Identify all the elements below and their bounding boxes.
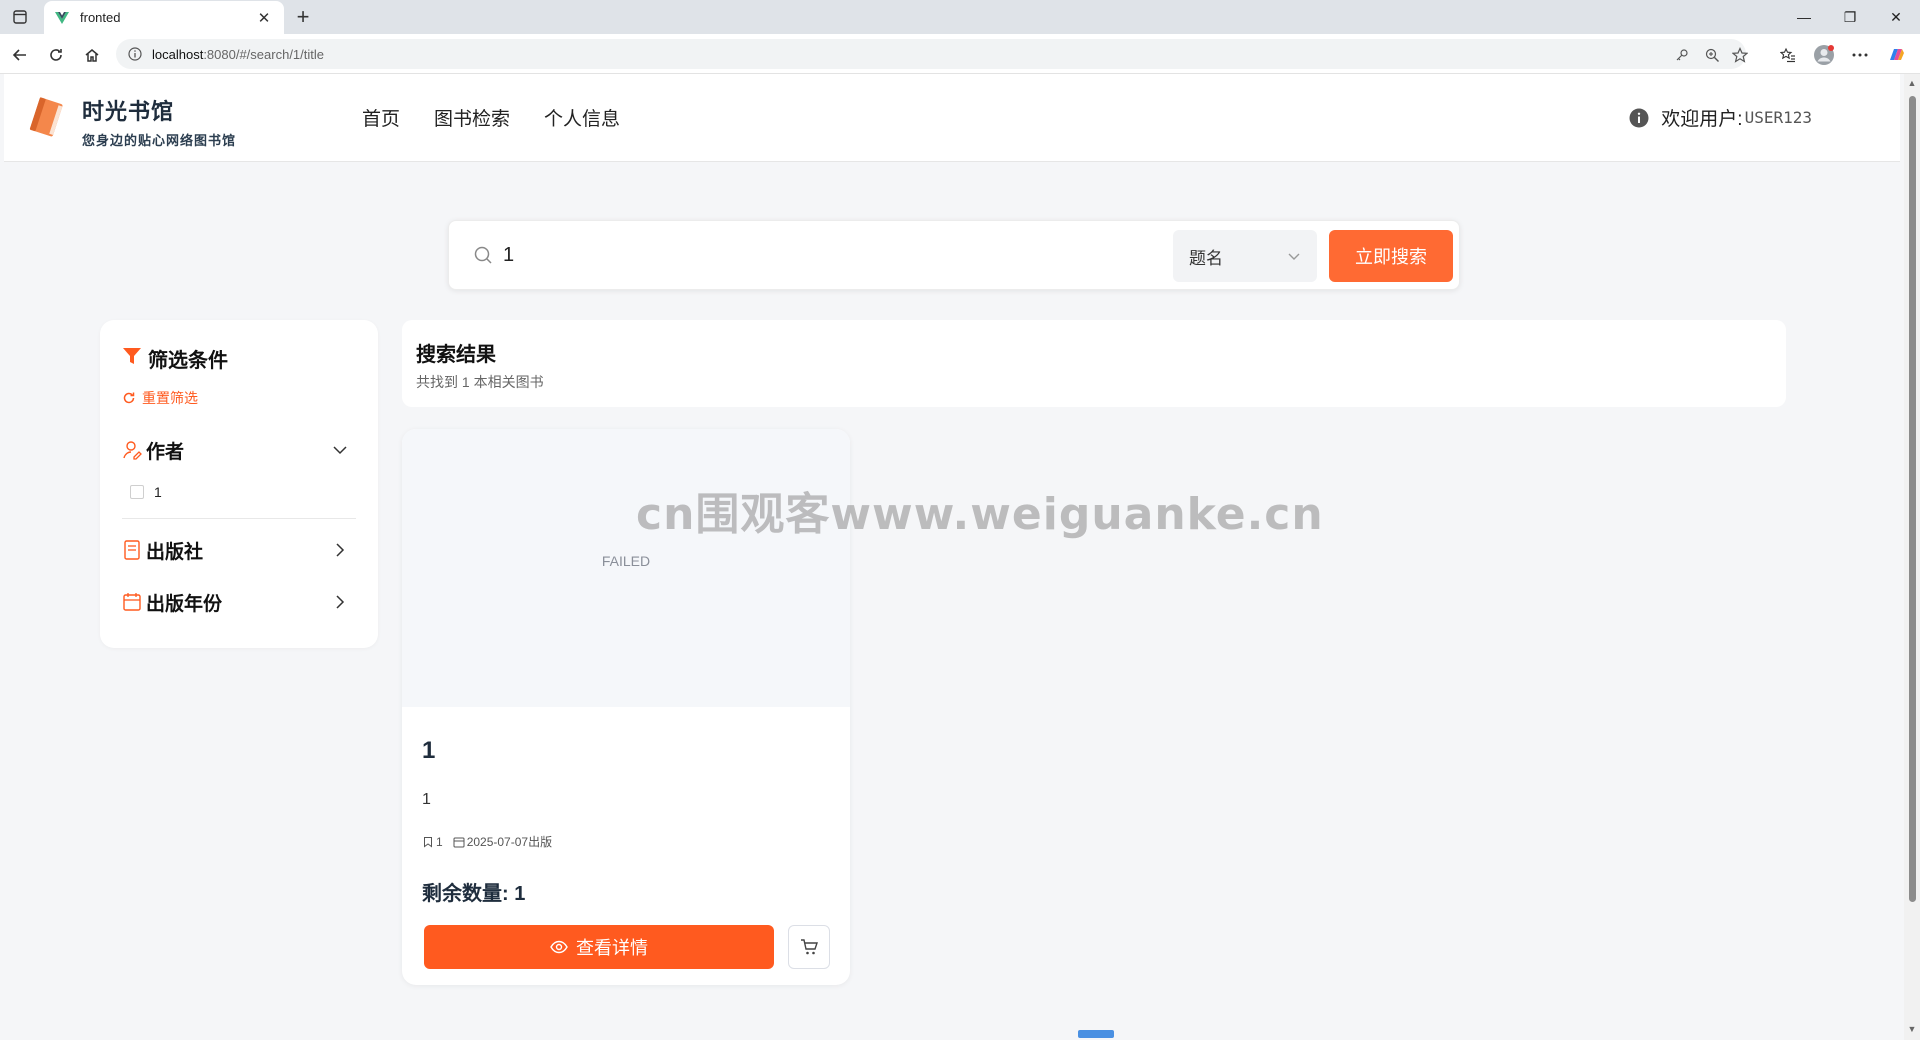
url-path: :8080/#/search/1/title [203,46,325,62]
more-menu-icon[interactable] [1846,41,1874,69]
password-key-icon[interactable] [1672,45,1692,65]
vue-logo-icon [55,11,69,24]
profile-avatar-icon[interactable] [1810,41,1838,69]
nav-book-search[interactable]: 图书检索 [434,104,510,131]
filter-group-author-label: 作者 [146,441,185,463]
cover-error-text: FAILED [601,553,651,569]
favorite-star-icon[interactable] [1730,45,1750,65]
restore-icon[interactable]: ❐ [1828,0,1872,34]
nav-profile[interactable]: 个人信息 [544,104,620,131]
chevron-down-icon [333,446,347,455]
filter-group-publisher-label: 出版社 [146,541,204,563]
filter-option-label: 1 [154,484,162,500]
eye-icon [550,940,568,954]
book-logo-icon[interactable] [24,94,68,142]
brand-subtitle: 您身边的贴心网络图书馆 [82,133,237,148]
view-details-label: 查看详情 [576,938,648,958]
view-details-button[interactable]: 查看详情 [424,925,774,969]
scrollbar-thumb[interactable] [1909,96,1916,902]
filter-title: 筛选条件 [148,350,228,372]
site-header: 时光书馆 您身边的贴心网络图书馆 首页 图书检索 个人信息 欢迎用户: USER… [4,74,1900,162]
calendar-icon [453,837,465,847]
refresh-icon [123,392,135,404]
book-tag: 1 [436,834,443,849]
checkbox[interactable] [130,485,144,499]
filter-icon [123,348,141,364]
search-bar: 题名 立即搜索 [448,220,1460,290]
main-nav: 首页 图书检索 个人信息 [362,104,620,131]
book-stock: 剩余数量: 1 [422,883,526,905]
back-icon[interactable] [6,41,34,69]
tab-title: fronted [80,10,121,25]
address-bar[interactable]: localhost:8080/#/search/1/title [116,39,1748,69]
filter-group-year[interactable]: 出版年份 [122,586,356,618]
site-info-icon[interactable] [128,47,142,61]
chevron-down-icon [1288,253,1300,260]
filter-group-author[interactable]: 作者 [122,434,356,466]
book-card[interactable]: FAILED 1 1 1 2025-07-07出版 剩余数量: 1 查看详情 [402,429,850,985]
search-field-select[interactable]: 题名 [1173,230,1317,282]
page-viewport: 时光书馆 您身边的贴心网络图书馆 首页 图书检索 个人信息 欢迎用户: USER… [4,74,1900,1040]
tab-close-icon[interactable]: ✕ [254,9,274,27]
results-title: 搜索结果 [416,344,496,366]
zoom-icon[interactable] [1702,45,1722,65]
bookmark-icon [424,836,432,847]
url-host: localhost [152,46,204,62]
filter-group-publisher[interactable]: 出版社 [122,534,356,566]
browser-tab-active[interactable]: fronted ✕ [44,1,284,34]
search-input[interactable] [503,235,1103,275]
filter-option-author[interactable]: 1 [130,484,162,500]
reset-filter-label: 重置筛选 [142,390,198,406]
favorites-icon[interactable] [1774,41,1802,69]
username: USER123 [1744,108,1812,127]
scroll-up-icon[interactable]: ▲ [1907,78,1917,88]
copilot-icon[interactable] [1882,41,1910,69]
browser-toolbar: localhost:8080/#/search/1/title [0,34,1920,74]
search-icon [474,246,492,264]
book-author: 1 [422,791,431,808]
scroll-indicator [1078,1030,1114,1038]
search-button[interactable]: 立即搜索 [1329,230,1453,282]
user-welcome[interactable]: 欢迎用户: USER123 [1629,104,1812,131]
book-meta: 1 2025-07-07出版 [422,833,552,850]
cart-icon [801,939,818,955]
home-icon[interactable] [78,41,106,69]
results-count: 共找到 1 本相关图书 [416,374,544,390]
close-window-icon[interactable]: ✕ [1874,0,1918,34]
book-title[interactable]: 1 [422,737,435,765]
filter-group-year-label: 出版年份 [146,593,223,615]
reset-filter-button[interactable]: 重置筛选 [122,388,198,408]
reload-icon[interactable] [42,41,70,69]
author-icon [123,441,142,460]
search-field-value: 题名 [1189,248,1223,268]
scroll-down-icon[interactable]: ▼ [1907,1024,1917,1034]
book-publish-date: 2025-07-07出版 [466,835,553,849]
publisher-icon [124,540,140,560]
nav-home[interactable]: 首页 [362,104,400,131]
new-tab-icon[interactable]: + [290,4,316,30]
tab-actions-icon[interactable] [8,5,32,29]
brand-title[interactable]: 时光书馆 [82,94,174,126]
welcome-label: 欢迎用户: [1661,109,1743,130]
calendar-icon [123,593,141,611]
page-scrollbar[interactable]: ▲ ▼ [1904,74,1920,1040]
minimize-icon[interactable]: — [1782,0,1826,34]
chevron-right-icon [336,543,345,557]
info-icon [1629,108,1649,127]
book-cover[interactable]: FAILED [402,429,850,707]
add-to-cart-button[interactable] [788,925,830,969]
divider [122,518,356,519]
results-header: 搜索结果 共找到 1 本相关图书 [402,320,1786,407]
browser-tab-bar: fronted ✕ + — ❐ ✕ [0,0,1920,34]
filter-panel: 筛选条件 重置筛选 作者 1 出版社 出版年份 [100,320,378,648]
chevron-right-icon [336,595,345,609]
